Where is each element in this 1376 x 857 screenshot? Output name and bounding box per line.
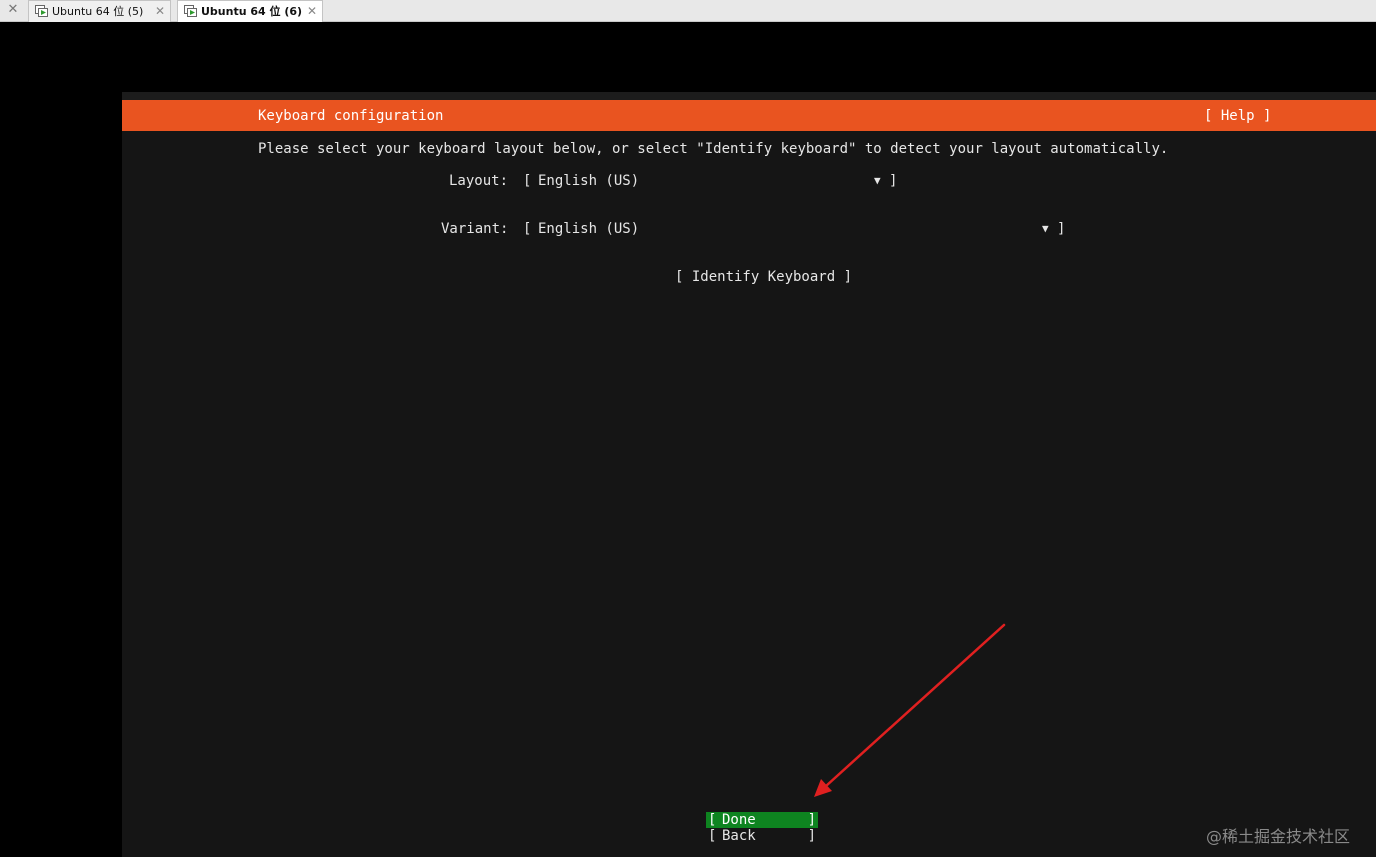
layout-label: Layout: (449, 173, 509, 189)
variant-dropdown[interactable]: [ English (US) ▼ ] (523, 220, 1066, 238)
variant-label: Variant: (441, 221, 509, 237)
vm-icon (35, 5, 48, 17)
tab-label: Ubuntu 64 位 (5) (52, 5, 144, 18)
console-border (122, 92, 1376, 100)
bracket: [ (523, 173, 532, 189)
tab-ubuntu-6[interactable]: Ubuntu 64 位 (6) ✕ (177, 0, 323, 22)
installer-header: Keyboard configuration [ Help ] (122, 100, 1376, 131)
layout-dropdown[interactable]: [ English (US) ▼ ] (523, 172, 898, 190)
done-label: Done (722, 812, 756, 828)
done-button[interactable]: [ Done ] (706, 812, 818, 828)
bracket: [ (523, 221, 532, 237)
dropdown-arrow-icon: ▼ (874, 174, 881, 187)
close-icon[interactable]: ✕ (155, 4, 165, 18)
bracket: ] (807, 812, 816, 828)
vm-icon (184, 5, 197, 17)
layout-value: English (US) (538, 173, 640, 189)
identify-keyboard-button[interactable]: [ Identify Keyboard ] (675, 268, 852, 286)
bracket: [ (708, 812, 717, 828)
tab-ubuntu-5[interactable]: Ubuntu 64 位 (5) ✕ (28, 0, 171, 22)
watermark: @稀土掘金技术社区 (1206, 827, 1351, 846)
back-label: Back (722, 828, 756, 844)
dropdown-arrow-icon: ▼ (1042, 222, 1049, 235)
tab-label: Ubuntu 64 位 (6) (201, 5, 303, 18)
page-title: Keyboard configuration (258, 108, 444, 124)
bracket: ] (889, 173, 898, 189)
variant-value: English (US) (538, 221, 640, 237)
bracket: ] (1057, 221, 1066, 237)
back-button[interactable]: [ Back ] (706, 828, 818, 844)
help-button[interactable]: [ Help ] (1204, 107, 1271, 125)
vm-tab-bar: ✕ Ubuntu 64 位 (5) ✕ Ubuntu 64 位 (6) ✕ (0, 0, 1376, 22)
vm-console[interactable]: Keyboard configuration [ Help ] Please s… (122, 92, 1376, 857)
bracket: ] (807, 828, 816, 844)
instructions-text: Please select your keyboard layout below… (258, 141, 1169, 157)
close-icon[interactable]: ✕ (307, 4, 317, 18)
bracket: [ (708, 828, 717, 844)
close-icon[interactable]: ✕ (6, 3, 20, 17)
